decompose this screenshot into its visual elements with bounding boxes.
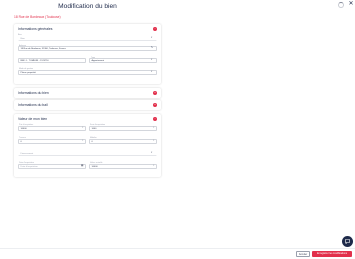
calendar-icon[interactable]: ▦: [81, 164, 83, 169]
collapse-value-icon[interactable]: −: [153, 117, 157, 121]
collapse-general-icon[interactable]: −: [153, 27, 157, 31]
financement-chevron-down-icon: ▾: [151, 151, 153, 154]
page-title: Modification du bien: [58, 3, 117, 10]
mode-gestion-select[interactable]: Pleine propriété: [18, 70, 157, 75]
travaux-currency: €: [82, 140, 84, 142]
lease-info-card[interactable]: Informations du bail +: [14, 100, 161, 110]
general-info-title: Informations générales: [18, 27, 53, 31]
loading-spinner-icon: [338, 2, 344, 8]
cancel-button[interactable]: Annuler: [296, 251, 310, 257]
expand-lease-info-icon[interactable]: +: [153, 103, 157, 107]
lease-info-title: Informations du bail: [18, 103, 48, 107]
property-value-title: Valeur de mon bien: [18, 117, 48, 121]
adresse-field[interactable]: 18 Rue de Bordeaux, 31300, Toulouse, Fra…: [18, 46, 157, 51]
date-acquisition-input[interactable]: Date d'acquisition: [18, 164, 86, 169]
property-info-title: Informations du bien: [18, 91, 49, 95]
mode-chevron-down-icon: ▾: [151, 70, 153, 73]
bien-chevron-down-icon: ▾: [151, 36, 153, 39]
property-value-card: Valeur de mon bien − Prix d'acquisition …: [14, 114, 161, 177]
property-info-card[interactable]: Informations du bien +: [14, 88, 161, 98]
expand-property-info-icon[interactable]: +: [153, 91, 157, 95]
reference-field[interactable]: REF-1 - TOMEUR - 1574716: [18, 58, 86, 63]
valeur-actuelle-input[interactable]: 10000: [89, 164, 157, 169]
property-address: 18 Rue de Bordeaux (Toulouse): [14, 15, 61, 19]
edit-property-page: Modification du bien ✕ 18 Rue de Bordeau…: [0, 0, 355, 259]
frais-acquisition-input[interactable]: 1000: [89, 126, 157, 131]
chat-bubble-icon: [345, 239, 350, 244]
edit-address-icon[interactable]: ✎: [151, 46, 153, 51]
mobilier-input[interactable]: 0: [89, 139, 157, 144]
type-chevron-down-icon: ▾: [151, 58, 153, 61]
travaux-input[interactable]: 0: [18, 139, 86, 144]
prix-currency: €: [82, 127, 84, 129]
prix-acquisition-input[interactable]: 10000: [18, 126, 86, 131]
frais-currency: €: [153, 127, 155, 129]
bien-field[interactable]: Bien: [18, 36, 157, 41]
type-select[interactable]: Appartement: [89, 58, 157, 63]
mobilier-currency: €: [153, 140, 155, 142]
financement-select[interactable]: Financement: [18, 151, 157, 156]
save-button[interactable]: Enregistrer les modifications: [312, 251, 352, 257]
close-icon[interactable]: ✕: [348, 1, 354, 7]
general-info-card: Informations générales − Bien Bien ▾ Adr…: [14, 24, 161, 84]
valeur-currency: €: [153, 165, 155, 167]
chat-button[interactable]: [342, 236, 353, 247]
